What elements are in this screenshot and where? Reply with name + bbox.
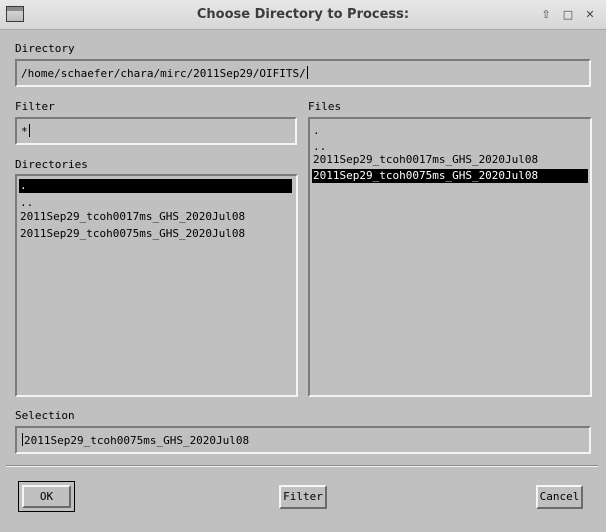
- text-cursor: [28, 124, 30, 137]
- up-icon[interactable]: ⇧: [538, 7, 554, 23]
- directory-field[interactable]: /home/schaefer/chara/mirc/2011Sep29/OIFI…: [15, 59, 591, 87]
- list-item[interactable]: 2011Sep29_tcoh0017ms_GHS_2020Jul08: [312, 153, 588, 167]
- directory-label: Directory: [15, 42, 75, 55]
- title-bar: Choose Directory to Process: ⇧ □ ✕: [0, 0, 606, 30]
- text-cursor: [306, 66, 308, 79]
- filter-button[interactable]: Filter: [279, 485, 327, 509]
- list-item-selected[interactable]: 2011Sep29_tcoh0075ms_GHS_2020Jul08: [312, 169, 588, 183]
- filter-label: Filter: [15, 100, 55, 113]
- default-button-frame: OK: [18, 481, 75, 512]
- directories-label: Directories: [15, 158, 88, 171]
- list-item[interactable]: ..: [19, 196, 294, 210]
- list-item[interactable]: 2011Sep29_tcoh0017ms_GHS_2020Jul08: [19, 210, 294, 224]
- list-item[interactable]: ..: [312, 140, 588, 154]
- close-icon[interactable]: ✕: [582, 7, 598, 23]
- window-title: Choose Directory to Process:: [196, 7, 410, 22]
- directory-value: /home/schaefer/chara/mirc/2011Sep29/OIFI…: [21, 67, 306, 80]
- list-item-selected[interactable]: .: [19, 179, 292, 193]
- selection-label: Selection: [15, 409, 75, 422]
- text-cursor: [22, 433, 23, 446]
- filter-field[interactable]: *: [15, 117, 297, 145]
- selection-value: 2011Sep29_tcoh0075ms_GHS_2020Jul08: [24, 434, 250, 447]
- selection-field[interactable]: 2011Sep29_tcoh0075ms_GHS_2020Jul08: [15, 426, 591, 454]
- files-list[interactable]: . .. 2011Sep29_tcoh0017ms_GHS_2020Jul08 …: [308, 117, 592, 397]
- ok-button[interactable]: OK: [22, 485, 71, 508]
- directories-list[interactable]: . .. 2011Sep29_tcoh0017ms_GHS_2020Jul08 …: [15, 174, 298, 397]
- list-item[interactable]: 2011Sep29_tcoh0075ms_GHS_2020Jul08: [19, 227, 294, 241]
- files-label: Files: [308, 100, 342, 113]
- cancel-button[interactable]: Cancel: [536, 485, 583, 509]
- separator: [6, 465, 598, 467]
- list-item[interactable]: .: [312, 124, 588, 138]
- maximize-icon[interactable]: □: [560, 7, 576, 23]
- filter-value: *: [21, 125, 28, 138]
